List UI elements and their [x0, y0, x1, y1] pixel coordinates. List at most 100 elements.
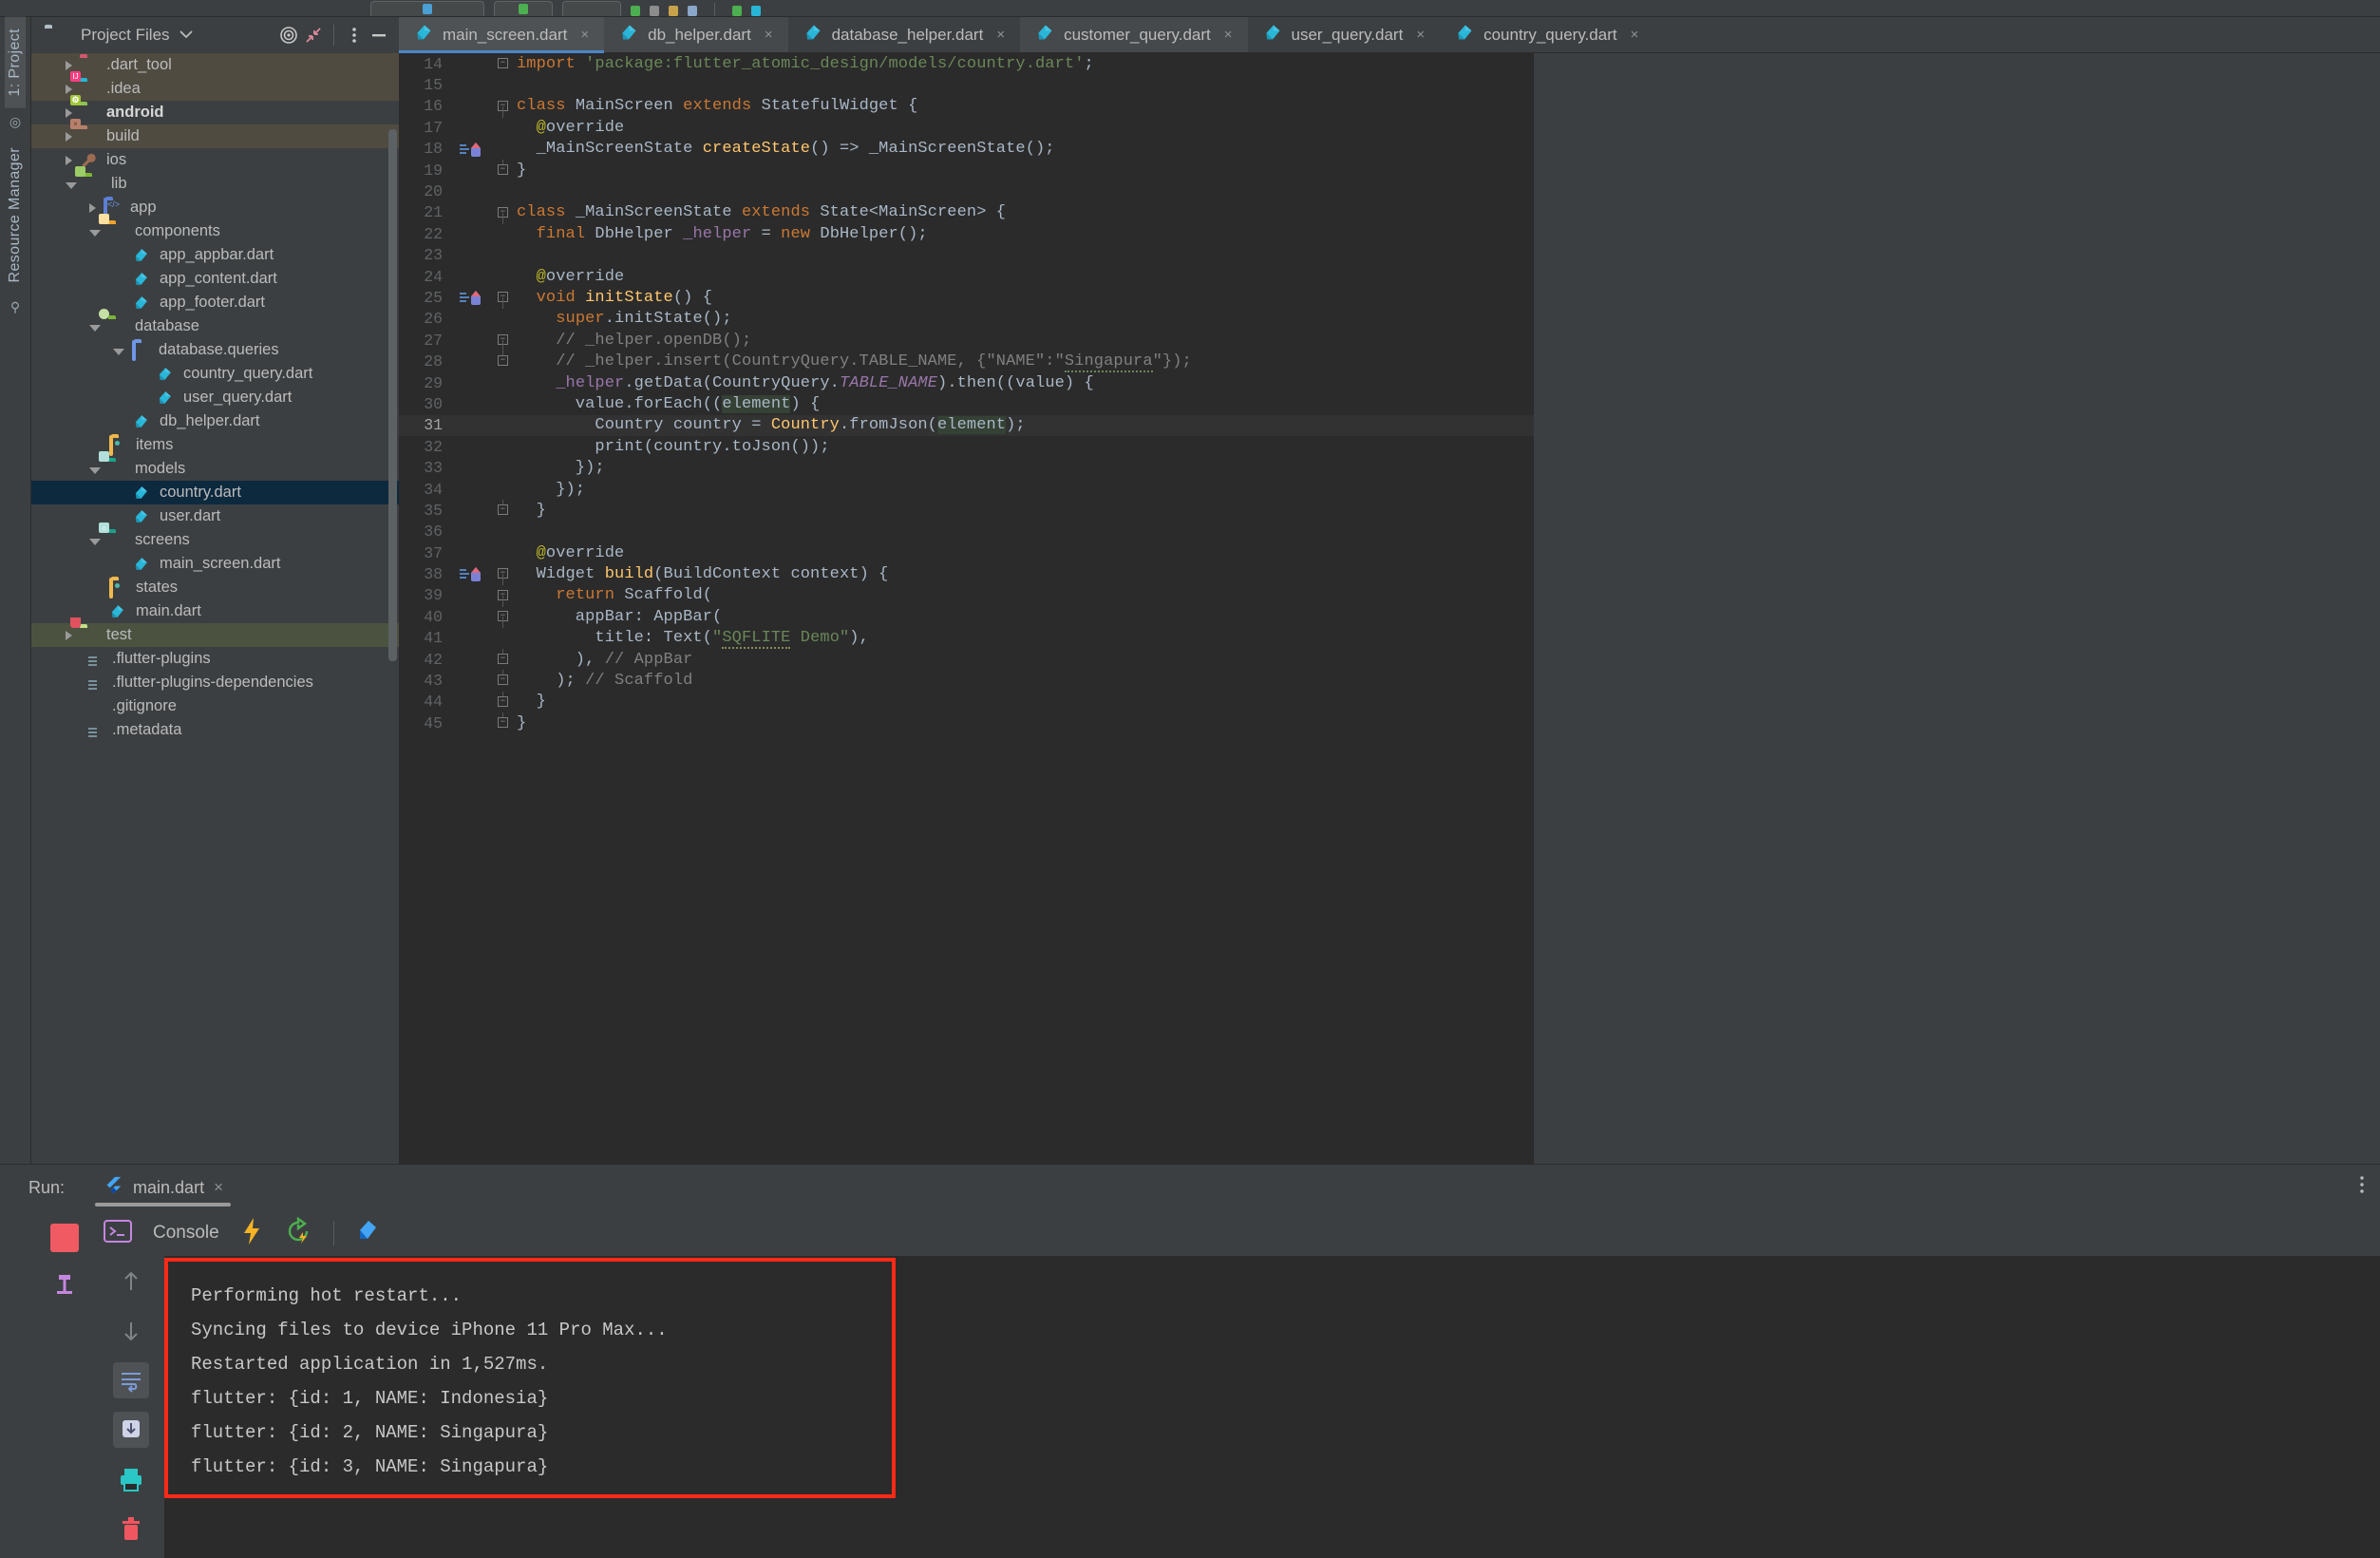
close-icon[interactable]: × — [1631, 27, 1639, 43]
tree-item--flutter-plugins[interactable]: .flutter-plugins — [31, 647, 399, 671]
code-line-35[interactable]: 35 − } — [399, 500, 1534, 521]
sidebar-item-project[interactable]: 1: Project — [5, 17, 26, 108]
hot-restart-icon[interactable] — [284, 1216, 312, 1250]
tree-item--gitignore[interactable]: .gitignore — [31, 694, 399, 718]
code-line-28[interactable]: 28 − // _helper.insert(CountryQuery.TABLE… — [399, 351, 1534, 373]
tree-item-country-query-dart[interactable]: country_query.dart — [31, 362, 399, 386]
run-gutter-marker-icon[interactable] — [456, 287, 490, 308]
device-icon[interactable] — [751, 6, 761, 16]
chevron-down-icon[interactable] — [89, 466, 101, 474]
code-line-20[interactable]: 20 — [399, 180, 1534, 201]
fold-marker-icon[interactable]: − — [490, 691, 517, 712]
tree-item-main-screen-dart[interactable]: main_screen.dart — [31, 552, 399, 576]
fold-marker-icon[interactable]: − — [490, 606, 517, 629]
tab-country-query-dart[interactable]: country_query.dart × — [1440, 17, 1654, 52]
tree-scrollbar[interactable] — [388, 129, 397, 661]
tree-item--idea[interactable]: IJ .idea — [31, 71, 399, 101]
code-line-33[interactable]: 33 }); — [399, 457, 1534, 478]
code-line-24[interactable]: 24 @override — [399, 266, 1534, 287]
tree-item-ios[interactable]: ios — [31, 148, 399, 172]
tree-item-components[interactable]: components — [31, 214, 399, 243]
code-line-19[interactable]: 19 −} — [399, 159, 1534, 180]
chevron-right-icon[interactable] — [66, 131, 72, 142]
dart-devtools-icon[interactable] — [355, 1218, 380, 1249]
soft-wrap-icon[interactable] — [113, 1362, 149, 1398]
code-line-42[interactable]: 42 − ), // AppBar — [399, 648, 1534, 670]
tree-item-app[interactable]: </> app — [31, 196, 399, 219]
chevron-right-icon[interactable] — [66, 84, 72, 94]
run-options-kebab-icon[interactable] — [2359, 1174, 2380, 1201]
tree-item-lib[interactable]: lib — [31, 166, 399, 196]
editor-tab-bar[interactable]: main_screen.dart × db_helper.dart × database… — [399, 17, 2380, 53]
chevron-right-icon[interactable] — [66, 60, 72, 70]
tree-item-test[interactable]: test — [31, 618, 399, 647]
tree-item-main-dart[interactable]: main.dart — [31, 599, 399, 623]
fold-marker-icon[interactable]: − — [490, 351, 517, 371]
target-icon[interactable]: ◎ — [9, 114, 21, 130]
close-icon[interactable]: × — [1416, 27, 1425, 43]
coverage-icon[interactable] — [688, 6, 697, 16]
tree-item--flutter-plugins-dependencies[interactable]: .flutter-plugins-dependencies — [31, 671, 399, 694]
debug-icon[interactable] — [650, 6, 659, 16]
tree-item-models[interactable]: models — [31, 451, 399, 481]
run-gutter-marker-icon[interactable] — [456, 563, 490, 584]
tree-item-user-query-dart[interactable]: user_query.dart — [31, 386, 399, 409]
code-line-45[interactable]: 45 −} — [399, 712, 1534, 733]
code-line-37[interactable]: 37 @override — [399, 542, 1534, 563]
code-line-41[interactable]: 41 title: Text("SQFLITE Demo"), — [399, 628, 1534, 650]
code-line-18[interactable]: 18 _MainScreenState createState() => _Ma… — [399, 139, 1534, 160]
code-line-29[interactable]: 29 _helper.getData(CountryQuery.TABLE_NA… — [399, 372, 1534, 393]
tree-item-states[interactable]: states — [31, 576, 399, 599]
close-icon[interactable]: × — [214, 1178, 223, 1197]
locate-icon[interactable] — [276, 23, 301, 48]
chevron-down-icon[interactable] — [89, 324, 101, 332]
tree-item-screens[interactable]: ☼ screens — [31, 522, 399, 552]
profile-icon[interactable] — [669, 6, 678, 16]
chevron-down-icon[interactable] — [89, 229, 101, 237]
chevron-down-icon[interactable] — [113, 348, 124, 355]
code-line-36[interactable]: 36 — [399, 522, 1534, 542]
scroll-down-icon[interactable] — [113, 1313, 149, 1349]
run-gutter-marker-icon[interactable] — [456, 139, 490, 160]
tree-item-user-dart[interactable]: user.dart — [31, 504, 399, 528]
code-line-26[interactable]: 26 super.initState(); — [399, 309, 1534, 330]
code-lines[interactable]: 14− import 'package:flutter_atomic_design… — [399, 53, 1534, 1164]
code-line-23[interactable]: 23 — [399, 245, 1534, 266]
tree-item--dart-tool[interactable]: .dart_tool — [31, 53, 399, 77]
code-line-32[interactable]: 32 print(country.toJson()); — [399, 436, 1534, 457]
hide-panel-icon[interactable] — [367, 23, 391, 48]
code-line-31[interactable]: 31 Country country = Country.fromJson(el… — [399, 414, 1534, 437]
fold-marker-icon[interactable]: − — [490, 500, 517, 521]
scroll-to-end-icon[interactable] — [113, 1412, 149, 1448]
pin-button[interactable] — [52, 1273, 77, 1306]
chevron-down-icon[interactable] — [66, 181, 77, 189]
code-line-44[interactable]: 44 − } — [399, 691, 1534, 712]
code-line-34[interactable]: 34 }); — [399, 479, 1534, 500]
pin-small-icon[interactable]: ⚲ — [10, 299, 20, 315]
close-icon[interactable]: × — [765, 27, 773, 43]
code-line-16[interactable]: 16 − class MainScreen extends StatefulWidg… — [399, 96, 1534, 118]
code-editor[interactable]: 14− import 'package:flutter_atomic_design… — [399, 53, 2380, 1164]
tree-item-android[interactable]: ⚙ android — [31, 95, 399, 124]
fold-marker-icon[interactable]: − — [490, 96, 517, 118]
tab-db-helper-dart[interactable]: db_helper.dart × — [604, 17, 788, 52]
chevron-right-icon[interactable] — [66, 155, 72, 165]
print-icon[interactable] — [113, 1461, 149, 1497]
sidebar-item-resource-manager[interactable]: Resource Manager — [5, 136, 26, 294]
tree-item-build[interactable]: × build — [31, 119, 399, 148]
tree-item-database-queries[interactable]: database.queries — [31, 338, 399, 362]
fold-marker-icon[interactable]: − — [490, 159, 517, 180]
tab-main-screen-dart[interactable]: main_screen.dart × — [399, 17, 605, 53]
chevron-right-icon[interactable] — [66, 107, 72, 118]
tree-item-app-footer-dart[interactable]: app_footer.dart — [31, 291, 399, 314]
chevron-down-icon[interactable] — [89, 538, 101, 545]
tree-item-app-content-dart[interactable]: app_content.dart — [31, 267, 399, 291]
project-file-tree[interactable]: .dart_tool IJ .idea ⚙ android × build ios lib </>… — [31, 53, 399, 1164]
fold-marker-icon[interactable]: − — [490, 648, 517, 670]
close-icon[interactable]: × — [1224, 27, 1233, 43]
fold-marker-icon[interactable]: − — [490, 287, 517, 310]
code-line-40[interactable]: 40 − appBar: AppBar( — [399, 606, 1534, 629]
tree-item-database[interactable]: database — [31, 309, 399, 338]
fold-marker-icon[interactable]: − — [490, 712, 517, 733]
tab-database-helper-dart[interactable]: database_helper.dart × — [787, 17, 1021, 52]
